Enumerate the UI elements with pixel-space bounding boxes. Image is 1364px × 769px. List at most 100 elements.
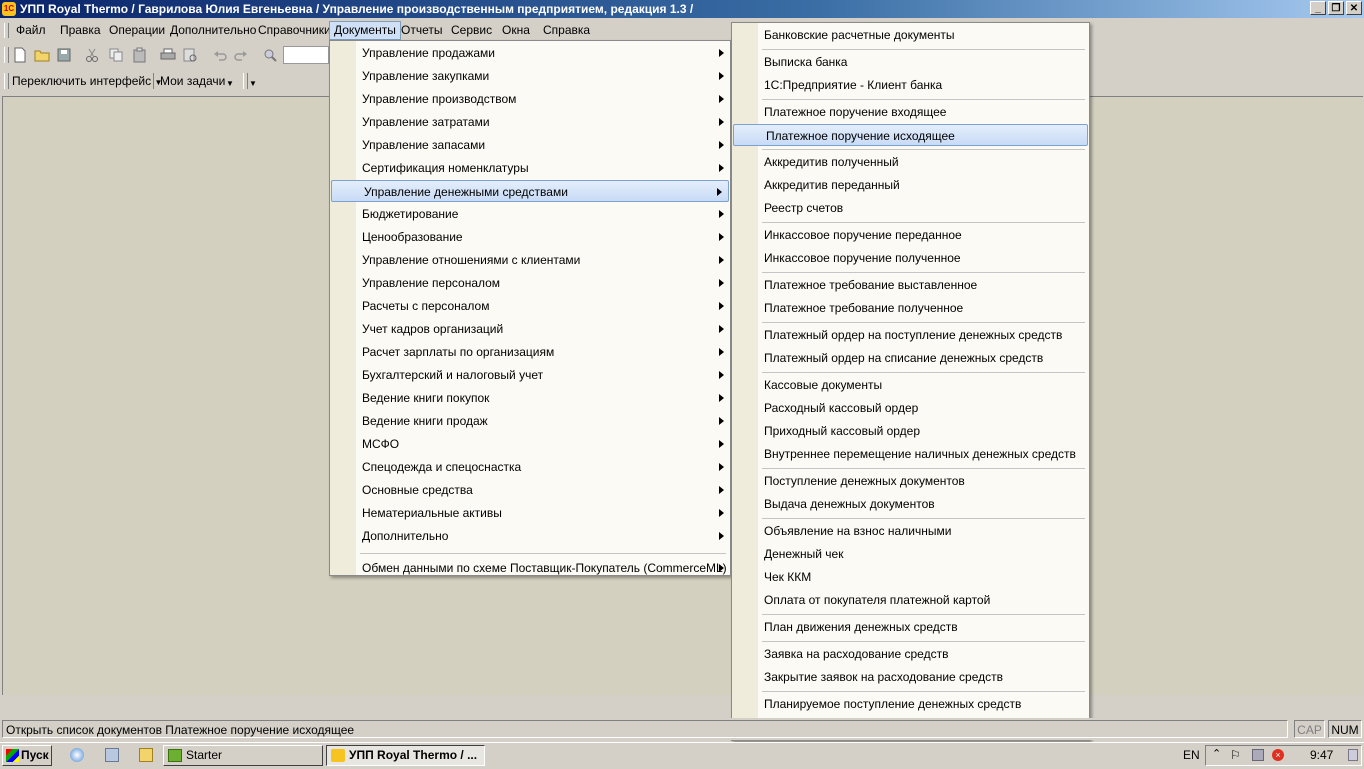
folder-icon[interactable]	[139, 748, 153, 762]
documents-menu-item[interactable]: Управление денежными средствами	[331, 180, 729, 202]
start-button[interactable]: Пуск	[2, 745, 52, 766]
search-icon[interactable]	[262, 47, 278, 63]
money-submenu-item[interactable]: Приходный кассовый ордер	[732, 420, 1089, 442]
cut-icon[interactable]	[84, 47, 100, 63]
redo-icon[interactable]	[233, 47, 249, 63]
money-submenu-item[interactable]: Внутреннее перемещение наличных денежных…	[732, 443, 1089, 465]
documents-menu-item[interactable]: Управление персоналом	[330, 272, 730, 294]
standard-toolbar	[0, 43, 340, 68]
print-icon[interactable]	[160, 47, 176, 63]
money-submenu-item[interactable]: Денежный чек	[732, 543, 1089, 565]
money-submenu-item[interactable]: Банковские расчетные документы	[732, 24, 1089, 46]
money-submenu-item[interactable]: Планируемое поступление денежных средств	[732, 693, 1089, 715]
switch-interface-button[interactable]: Переключить интерфейс ▼	[12, 74, 162, 88]
menu-item-label: Нематериальные активы	[362, 506, 502, 520]
documents-menu-item[interactable]: Управление запасами	[330, 134, 730, 156]
paste-icon[interactable]	[132, 47, 148, 63]
money-submenu-item[interactable]: Выписка банка	[732, 51, 1089, 73]
submenu-arrow-icon	[719, 463, 724, 471]
menu-service[interactable]: Сервис	[447, 22, 496, 39]
chevron-up-icon[interactable]: ⌃	[1212, 747, 1221, 760]
menu-file[interactable]: Файл	[12, 22, 50, 39]
money-submenu-item[interactable]: Расходный кассовый ордер	[732, 397, 1089, 419]
menu-item-label: Управление денежными средствами	[364, 185, 568, 199]
menu-edit[interactable]: Правка	[56, 22, 105, 39]
money-submenu-item[interactable]: Аккредитив полученный	[732, 151, 1089, 173]
close-button[interactable]: ✕	[1346, 1, 1362, 15]
documents-menu-item[interactable]: Ценообразование	[330, 226, 730, 248]
flag-icon[interactable]: ⚐	[1230, 748, 1241, 762]
documents-menu-item[interactable]: Управление отношениями с клиентами	[330, 249, 730, 271]
documents-menu-item[interactable]: Учет кадров организаций	[330, 318, 730, 340]
menu-help[interactable]: Справка	[539, 22, 594, 39]
task-upp[interactable]: УПП Royal Thermo / ...	[326, 745, 485, 766]
documents-menu-item[interactable]: Управление закупками	[330, 65, 730, 87]
menu-additional[interactable]: Дополнительно	[166, 22, 260, 39]
menu-windows[interactable]: Окна	[498, 22, 534, 39]
new-document-icon[interactable]	[12, 47, 28, 63]
money-submenu-item[interactable]: Аккредитив переданный	[732, 174, 1089, 196]
documents-menu-item[interactable]: Спецодежда и спецоснастка	[330, 456, 730, 478]
menu-operations[interactable]: Операции	[105, 22, 169, 39]
documents-menu-item[interactable]: МСФО	[330, 433, 730, 455]
show-desktop-icon[interactable]	[1348, 749, 1358, 761]
restore-button[interactable]: ❐	[1328, 1, 1344, 15]
toolbar-divider	[153, 73, 154, 89]
open-folder-icon[interactable]	[34, 47, 50, 63]
minimize-button[interactable]: _	[1310, 1, 1326, 15]
money-submenu-item[interactable]: Чек ККМ	[732, 566, 1089, 588]
network-icon[interactable]	[1252, 749, 1264, 761]
clock[interactable]: 9:47	[1310, 748, 1333, 762]
documents-menu-item[interactable]: Расчет зарплаты по организациям	[330, 341, 730, 363]
money-submenu-item[interactable]: Платежное поручение входящее	[732, 101, 1089, 123]
documents-menu-item[interactable]: Расчеты с персоналом	[330, 295, 730, 317]
money-submenu-item[interactable]: Платежное поручение исходящее	[733, 124, 1088, 146]
money-submenu-item[interactable]: Закрытие заявок на расходование средств	[732, 666, 1089, 688]
money-submenu-item[interactable]: 1С:Предприятие - Клиент банка	[732, 74, 1089, 96]
copy-icon[interactable]	[108, 47, 124, 63]
money-submenu-item[interactable]: Кассовые документы	[732, 374, 1089, 396]
documents-menu-item[interactable]: Управление производством	[330, 88, 730, 110]
money-submenu-item[interactable]: Оплата от покупателя платежной картой	[732, 589, 1089, 611]
chevron-down-icon[interactable]: ▼	[249, 79, 257, 88]
money-submenu-item[interactable]: Реестр счетов	[732, 197, 1089, 219]
ie-browser-icon[interactable]	[70, 748, 84, 762]
documents-menu-item[interactable]: Бюджетирование	[330, 203, 730, 225]
submenu-arrow-icon	[719, 564, 724, 572]
submenu-arrow-icon	[719, 233, 724, 241]
undo-icon[interactable]	[212, 47, 228, 63]
documents-menu-item[interactable]: Сертификация номенклатуры	[330, 157, 730, 179]
documents-menu-item[interactable]: Бухгалтерский и налоговый учет	[330, 364, 730, 386]
save-icon[interactable]	[56, 47, 72, 63]
documents-menu-item[interactable]: Обмен данными по схеме Поставщик-Покупат…	[330, 557, 730, 579]
money-submenu-item[interactable]: Объявление на взнос наличными	[732, 520, 1089, 542]
money-submenu-item[interactable]: Инкассовое поручение переданное	[732, 224, 1089, 246]
documents-menu-item[interactable]: Нематериальные активы	[330, 502, 730, 524]
money-submenu-item[interactable]: Инкассовое поручение полученное	[732, 247, 1089, 269]
documents-menu-item[interactable]: Ведение книги покупок	[330, 387, 730, 409]
money-submenu-item[interactable]: Платежный ордер на списание денежных сре…	[732, 347, 1089, 369]
language-indicator[interactable]: EN	[1183, 748, 1200, 762]
my-tasks-button[interactable]: Мои задачи	[160, 74, 225, 88]
money-submenu-item[interactable]: Поступление денежных документов	[732, 470, 1089, 492]
money-submenu-item[interactable]: Заявка на расходование средств	[732, 643, 1089, 665]
chevron-down-icon[interactable]: ▼	[226, 79, 234, 88]
task-starter[interactable]: Starter	[163, 745, 323, 766]
documents-menu-item[interactable]: Управление затратами	[330, 111, 730, 133]
volume-muted-icon[interactable]: ×	[1272, 749, 1284, 761]
documents-menu-item[interactable]: Дополнительно	[330, 525, 730, 547]
money-submenu-item[interactable]: Платежное требование полученное	[732, 297, 1089, 319]
money-submenu-item[interactable]: План движения денежных средств	[732, 616, 1089, 638]
print-preview-icon[interactable]	[182, 47, 198, 63]
money-submenu-item[interactable]: Платежный ордер на поступление денежных …	[732, 324, 1089, 346]
menu-reports[interactable]: Отчеты	[397, 22, 446, 39]
documents-menu-item[interactable]: Ведение книги продаж	[330, 410, 730, 432]
search-input[interactable]	[283, 46, 329, 64]
money-submenu-item[interactable]: Выдача денежных документов	[732, 493, 1089, 515]
calculator-icon[interactable]	[105, 748, 119, 762]
menu-documents[interactable]: Документы	[329, 21, 401, 40]
menu-references[interactable]: Справочники	[254, 22, 335, 39]
documents-menu-item[interactable]: Управление продажами	[330, 42, 730, 64]
documents-menu-item[interactable]: Основные средства	[330, 479, 730, 501]
money-submenu-item[interactable]: Платежное требование выставленное	[732, 274, 1089, 296]
